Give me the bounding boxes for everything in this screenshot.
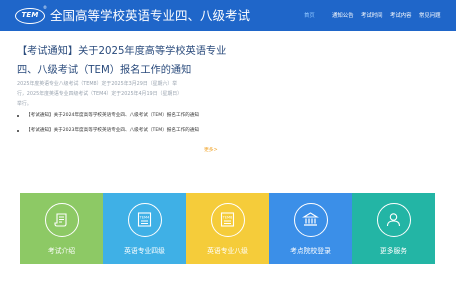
notice-summary-line: 举行。 — [17, 101, 32, 107]
notice-headline-line: 【考试通知】关于2025年度高等学校英语专业 — [17, 46, 227, 57]
tile-tem8[interactable]: TEM8 英语专业八级 — [186, 193, 269, 264]
tile-label: 英语专业八级 — [207, 247, 248, 255]
institution-building-icon — [293, 203, 328, 237]
svg-text:TEM8: TEM8 — [221, 216, 233, 220]
top-header-bar: TEM ® 全国高等学校英语专业四、八级考试 首页 通知公告 考试时间 考试内容… — [0, 0, 456, 31]
nav-item-exam-time[interactable]: 考试时间 — [361, 12, 383, 20]
tile-exam-intro[interactable]: 考试介绍 — [20, 193, 103, 264]
nav-item-home[interactable]: 首页 — [304, 12, 315, 20]
notice-link-item[interactable]: 【考试通知】关于2023年度高等学校英语专业四、八级考试（TEM）报名工作的通知 — [17, 127, 237, 135]
tem4-document-icon: TEM4 — [127, 203, 162, 237]
tem-logo[interactable]: TEM — [15, 8, 45, 24]
site-title: 全国高等学校英语专业四、八级考试 — [50, 8, 251, 23]
tem8-document-icon: TEM8 — [210, 203, 245, 237]
bullet-icon — [17, 115, 19, 117]
notice-link-text[interactable]: 【考试通知】关于2024年度高等学校英语专业四、八级考试（TEM）报名工作的通知 — [26, 112, 199, 120]
user-icon — [376, 203, 411, 237]
service-tiles: 考试介绍 TEM4 英语专业四级 TEM8 英语专业八级 考点院校登录 更多服务 — [20, 193, 436, 264]
notice-summary-line: 行，2025年度英语专业四级考试（TEM4）定于2025年4月19日（星期日） — [17, 91, 183, 97]
notice-link-item[interactable]: 【考试通知】关于2024年度高等学校英语专业四、八级考试（TEM）报名工作的通知 — [17, 112, 237, 120]
notice-headline-line: 四、八级考试（TEM）报名工作的通知 — [17, 65, 192, 76]
more-link[interactable]: 更多> — [204, 147, 218, 155]
nav-item-notices[interactable]: 通知公告 — [332, 12, 354, 20]
tile-label: 英语专业四级 — [124, 247, 165, 255]
scroll-icon — [44, 203, 79, 237]
tile-more-services[interactable]: 更多服务 — [352, 193, 435, 264]
bullet-icon — [17, 130, 19, 132]
tile-label: 考点院校登录 — [290, 247, 331, 255]
tile-institution-login[interactable]: 考点院校登录 — [269, 193, 352, 264]
nav-item-faq[interactable]: 常见问题 — [419, 12, 441, 20]
notice-headline[interactable]: 【考试通知】关于2025年度高等学校英语专业 四、八级考试（TEM）报名工作的通… — [17, 42, 232, 80]
tile-label: 更多服务 — [379, 247, 408, 255]
tile-label: 考试介绍 — [47, 247, 76, 255]
notice-summary: 2025年度英语专业八级考试（TEM8）定于2025年3月29日（星期六）举 行… — [17, 79, 227, 109]
tile-tem4[interactable]: TEM4 英语专业四级 — [103, 193, 186, 264]
notice-link-text[interactable]: 【考试通知】关于2023年度高等学校英语专业四、八级考试（TEM）报名工作的通知 — [26, 127, 199, 135]
notice-summary-line: 2025年度英语专业八级考试（TEM8）定于2025年3月29日（星期六）举 — [17, 81, 178, 87]
registered-mark: ® — [43, 5, 47, 10]
nav-item-exam-content[interactable]: 考试内容 — [390, 12, 412, 20]
svg-text:TEM4: TEM4 — [138, 216, 150, 220]
